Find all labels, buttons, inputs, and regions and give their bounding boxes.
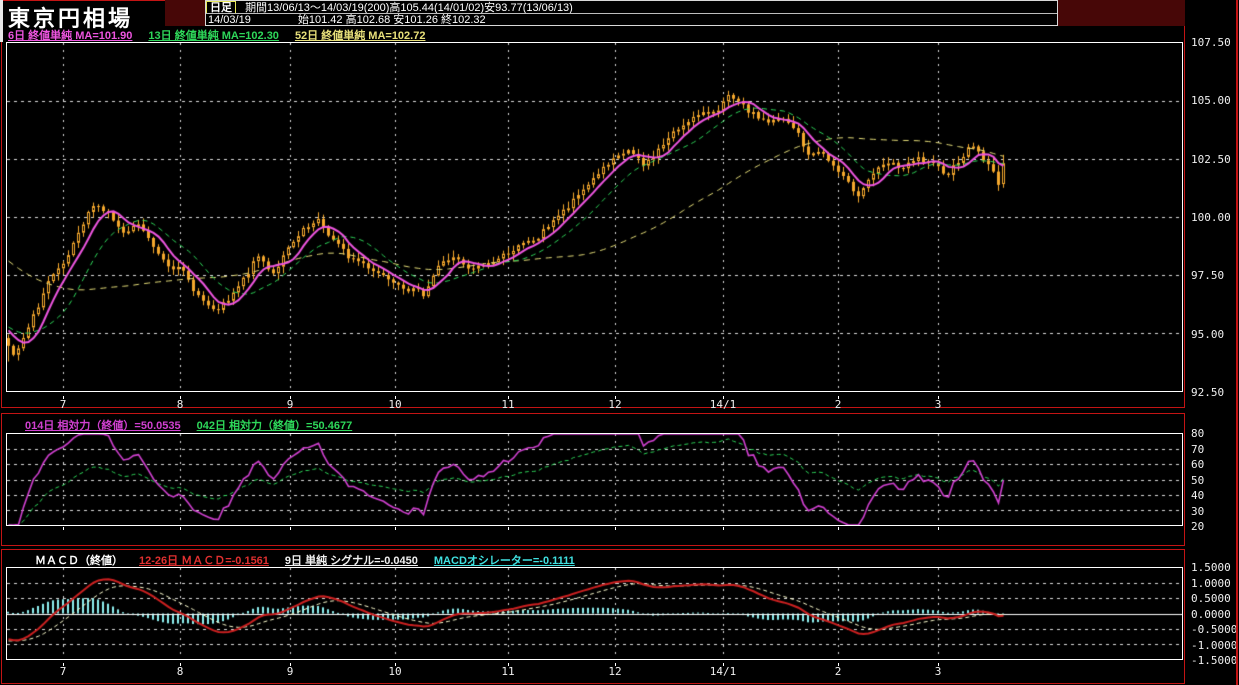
x-axis-tick <box>938 527 939 530</box>
x-axis-tick <box>508 527 509 530</box>
y-axis-label: -1.5000 <box>1191 654 1238 667</box>
x-axis-tick <box>180 527 181 530</box>
x-axis-tick <box>395 527 396 530</box>
x-axis-label: 8 <box>176 665 184 678</box>
y-axis-label: 1.0000 <box>1191 576 1231 590</box>
y-axis-label: 105.00 <box>1191 94 1231 108</box>
legend-item: 52日 終値単純 MA=102.72 <box>294 30 426 42</box>
x-axis-label: 10 <box>388 665 402 678</box>
x-axis-label: 7 <box>59 398 67 411</box>
legend-item: 9日 単純 シグナル=-0.0450 <box>284 555 418 567</box>
macd-plot-area <box>6 567 1183 660</box>
period-range-text: 期間13/06/13～14/03/19(200)高105.44(14/01/02… <box>245 2 573 14</box>
macd-x-axis: 7 8 9 10 11 12 14/1 2 3 <box>0 663 1186 678</box>
legend-item: 13日 終値単純 MA=102.30 <box>148 30 279 42</box>
macd-canvas <box>7 568 1182 659</box>
y-axis-label: 80 <box>1191 427 1205 440</box>
x-axis-tick <box>63 527 64 530</box>
legend-item: 12-26日 ＭＡＣＤ=-0.1561 <box>139 555 269 567</box>
header-period-row: 日足 期間13/06/13～14/03/19(200)高105.44(14/01… <box>206 1 1057 14</box>
x-axis-label: 2 <box>834 398 842 411</box>
x-axis-label: 12 <box>608 398 622 411</box>
x-axis-label: 9 <box>286 398 294 411</box>
legend-item: MACDオシレーター=-0.1111 <box>433 555 575 567</box>
rsi-legend: 014日 相対力（終値）=50.0535 042日 相対力（終値）=50.4677 <box>25 417 368 433</box>
x-axis-label: 14/1 <box>709 665 737 678</box>
x-axis-label: 11 <box>501 398 515 411</box>
main-chart-canvas <box>7 43 1182 391</box>
macd-legend: ＭＡＣＤ（終値） 12-26日 ＭＡＣＤ=-0.1561 9日 単純 シグナル=-0… <box>35 552 591 568</box>
x-axis-label: 9 <box>286 665 294 678</box>
x-axis-tick <box>723 527 724 530</box>
y-axis-label: -0.5000 <box>1191 623 1238 636</box>
legend-item: 6日 終値単純 MA=101.90 <box>8 30 133 42</box>
x-axis-label: 10 <box>388 398 402 411</box>
rsi-x-axis <box>0 527 1186 541</box>
header-quote-row: 14/03/19 始101.42 高102.68 安101.26 終102.32 <box>206 14 1057 26</box>
y-axis-label: 95.00 <box>1191 327 1225 341</box>
x-axis-label: 11 <box>501 665 515 678</box>
maroon-strip-left <box>165 0 205 26</box>
y-axis-label: 97.50 <box>1191 269 1225 283</box>
y-axis-label: 100.00 <box>1191 211 1231 224</box>
quote-date: 14/03/19 <box>208 14 251 26</box>
x-axis-label: 3 <box>934 398 942 411</box>
legend-item: 042日 相対力（終値）=50.4677 <box>196 420 353 432</box>
maroon-strip-right <box>1058 0 1185 26</box>
y-axis-label: 60 <box>1191 458 1205 471</box>
app-window: 東京円相場 日足 期間13/06/13～14/03/19(200)高105.44… <box>0 0 1239 685</box>
x-axis-label: 12 <box>608 665 622 678</box>
y-axis-label: 30 <box>1191 504 1205 518</box>
y-axis-label: 1.5000 <box>1191 561 1231 574</box>
x-axis-tick <box>615 527 616 530</box>
ma-legend: 6日 終値単純 MA=101.90 13日 終値単純 MA=102.30 52日 終… <box>8 27 441 43</box>
y-axis-label: 107.50 <box>1191 36 1231 49</box>
y-axis-label: 70 <box>1191 442 1205 456</box>
x-axis-label: 3 <box>934 665 942 678</box>
y-axis-label: 0.5000 <box>1191 592 1231 605</box>
x-axis-label: 7 <box>59 665 67 678</box>
x-axis-tick <box>838 527 839 530</box>
rsi-canvas <box>7 434 1182 525</box>
x-axis-label: 2 <box>834 665 842 678</box>
y-axis-label: 50 <box>1191 473 1205 487</box>
y-axis-label: -1.0000 <box>1191 638 1238 652</box>
x-axis-label: 14/1 <box>709 398 737 411</box>
y-axis-label: 0.0000 <box>1191 607 1231 621</box>
right-edge-line <box>1236 0 1238 685</box>
y-axis-label: 40 <box>1191 489 1205 502</box>
legend-item: 014日 相対力（終値）=50.0535 <box>25 420 181 432</box>
main-plot-area <box>6 42 1183 392</box>
left-edge-accent <box>0 0 3 42</box>
y-axis-labels: 107.50 105.00 102.50 100.00 97.50 95.00 92.50 8… <box>1189 0 1239 685</box>
header-box: 日足 期間13/06/13～14/03/19(200)高105.44(14/01… <box>205 0 1058 26</box>
y-axis-label: 102.50 <box>1191 152 1231 166</box>
rsi-plot-area <box>6 433 1183 526</box>
y-axis-label: 20 <box>1191 520 1205 533</box>
x-axis-label: 8 <box>176 398 184 411</box>
ohlc-summary: 始101.42 高102.68 安101.26 終102.32 <box>297 14 486 26</box>
x-axis-tick <box>290 527 291 530</box>
y-axis-label: 92.50 <box>1191 386 1225 399</box>
main-x-axis: 7 8 9 10 11 12 14/1 2 3 <box>0 396 1186 411</box>
period-type-badge: 日足 <box>206 1 236 13</box>
legend-item: ＭＡＣＤ（終値） <box>35 555 123 567</box>
